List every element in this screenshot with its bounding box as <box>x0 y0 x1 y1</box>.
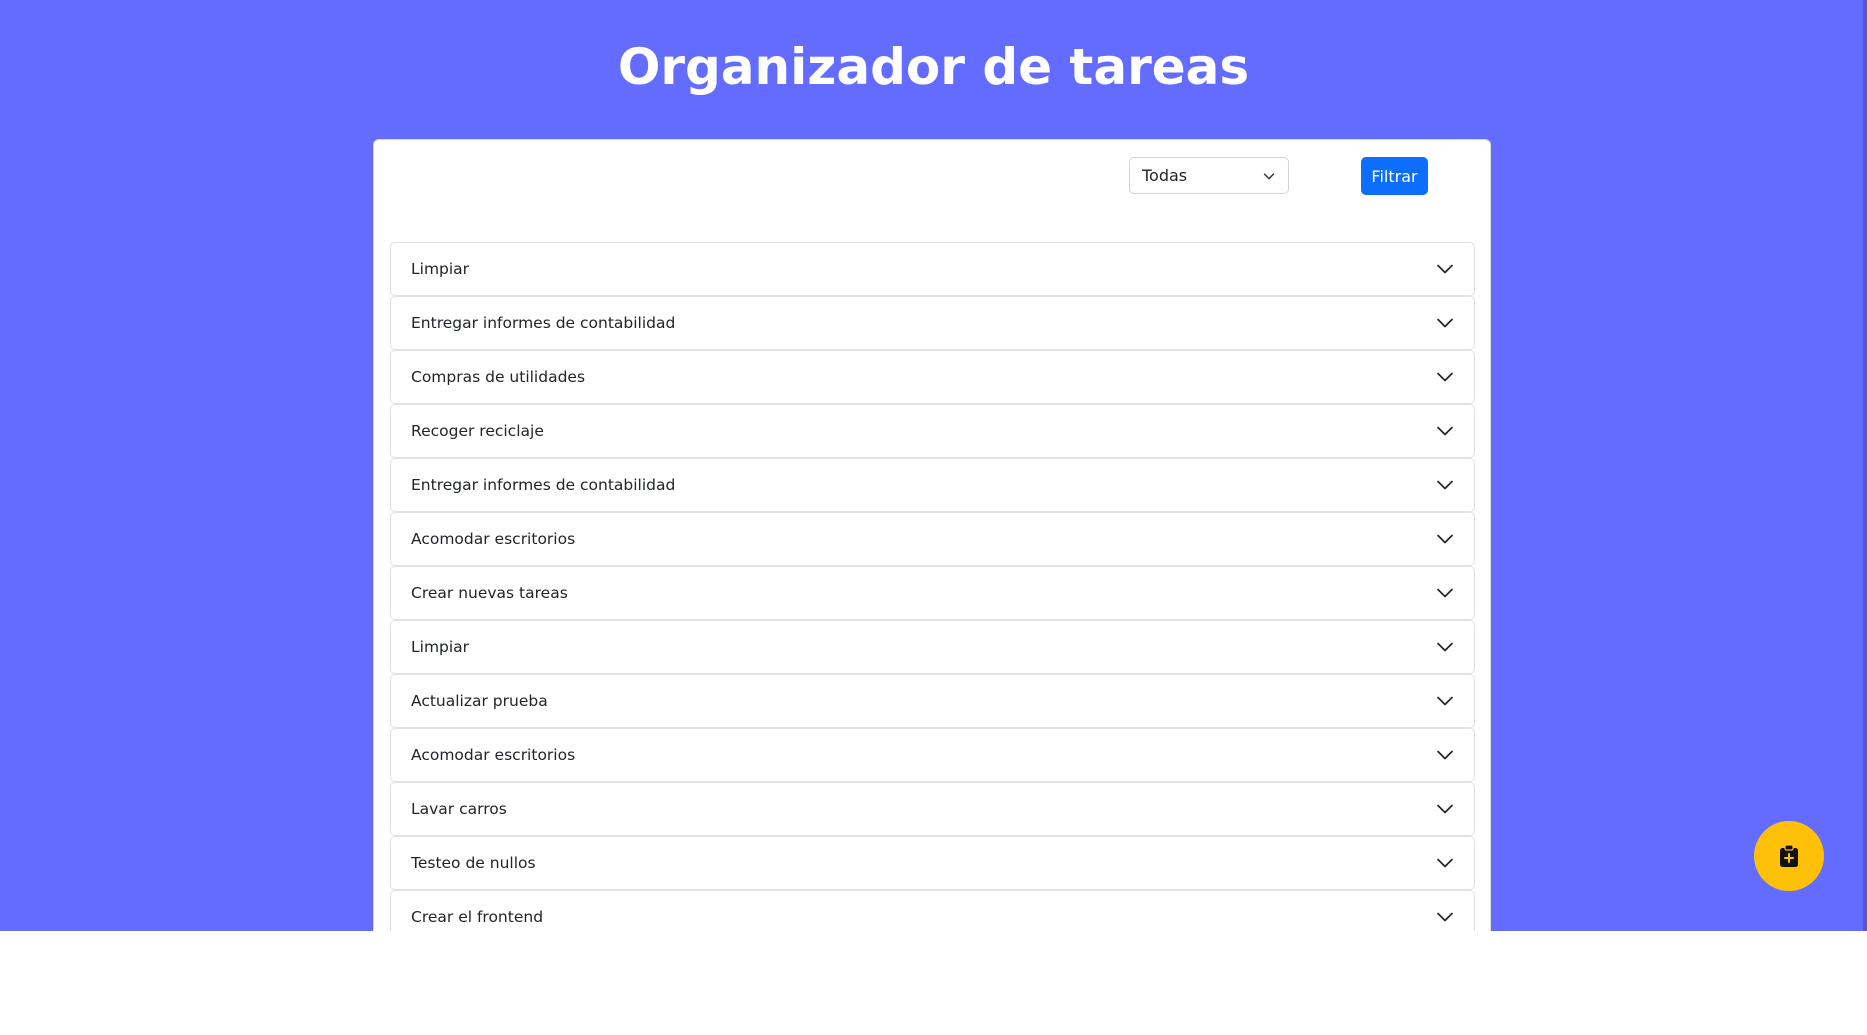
task-accordion-item[interactable]: Testeo de nullos <box>390 836 1475 890</box>
task-label: Acomodar escritorios <box>411 746 576 764</box>
task-accordion-item[interactable]: Limpiar <box>390 242 1475 296</box>
task-accordion-item[interactable]: Acomodar escritorios <box>390 512 1475 566</box>
task-label: Recoger reciclaje <box>411 422 544 440</box>
task-label: Entregar informes de contabilidad <box>411 314 676 332</box>
filter-button[interactable]: Filtrar <box>1361 157 1428 195</box>
task-label: Limpiar <box>411 638 470 656</box>
add-task-button[interactable] <box>1754 821 1824 891</box>
task-accordion: Limpiar Entregar informes de contabilidad… <box>390 242 1475 931</box>
task-accordion-item[interactable]: Compras de utilidades <box>390 350 1475 404</box>
task-label: Crear el frontend <box>411 908 544 926</box>
task-accordion-item[interactable]: Actualizar prueba <box>390 674 1475 728</box>
status-filter-value: Todas <box>1142 166 1188 185</box>
chevron-down-icon <box>1437 372 1453 382</box>
chevron-down-icon <box>1437 534 1453 544</box>
page-title: Organizador de tareas <box>617 38 1250 96</box>
task-accordion-item[interactable]: Recoger reciclaje <box>390 404 1475 458</box>
chevron-down-icon <box>1437 750 1453 760</box>
task-label: Crear nuevas tareas <box>411 584 568 602</box>
task-label: Acomodar escritorios <box>411 530 576 548</box>
task-accordion-item[interactable]: Crear nuevas tareas <box>390 566 1475 620</box>
status-filter-select[interactable]: Todas <box>1129 157 1289 194</box>
task-label: Compras de utilidades <box>411 368 586 386</box>
chevron-down-icon <box>1437 264 1453 274</box>
chevron-down-icon <box>1263 173 1275 180</box>
chevron-down-icon <box>1437 318 1453 328</box>
task-label: Limpiar <box>411 260 470 278</box>
task-accordion-item[interactable]: Entregar informes de contabilidad <box>390 458 1475 512</box>
task-accordion-item[interactable]: Crear el frontend <box>390 890 1475 931</box>
tasks-card: Todas Filtrar Limpiar Entregar informes d… <box>373 139 1491 931</box>
chevron-down-icon <box>1437 642 1453 652</box>
chevron-down-icon <box>1437 588 1453 598</box>
clipboard-plus-icon <box>1780 844 1798 867</box>
task-label: Lavar carros <box>411 800 507 818</box>
task-label: Entregar informes de contabilidad <box>411 476 676 494</box>
task-accordion-item[interactable]: Limpiar <box>390 620 1475 674</box>
app-viewport: Organizador de tareas Todas Filtrar Limp… <box>0 0 1867 931</box>
page-scrollbar[interactable] <box>1863 0 1867 931</box>
chevron-down-icon <box>1437 804 1453 814</box>
chevron-down-icon <box>1437 426 1453 436</box>
task-accordion-item[interactable]: Lavar carros <box>390 782 1475 836</box>
chevron-down-icon <box>1437 912 1453 922</box>
chevron-down-icon <box>1437 480 1453 490</box>
task-accordion-item[interactable]: Entregar informes de contabilidad <box>390 296 1475 350</box>
chevron-down-icon <box>1437 696 1453 706</box>
task-label: Actualizar prueba <box>411 692 548 710</box>
task-label: Testeo de nullos <box>411 854 536 872</box>
task-accordion-item[interactable]: Acomodar escritorios <box>390 728 1475 782</box>
chevron-down-icon <box>1437 858 1453 868</box>
